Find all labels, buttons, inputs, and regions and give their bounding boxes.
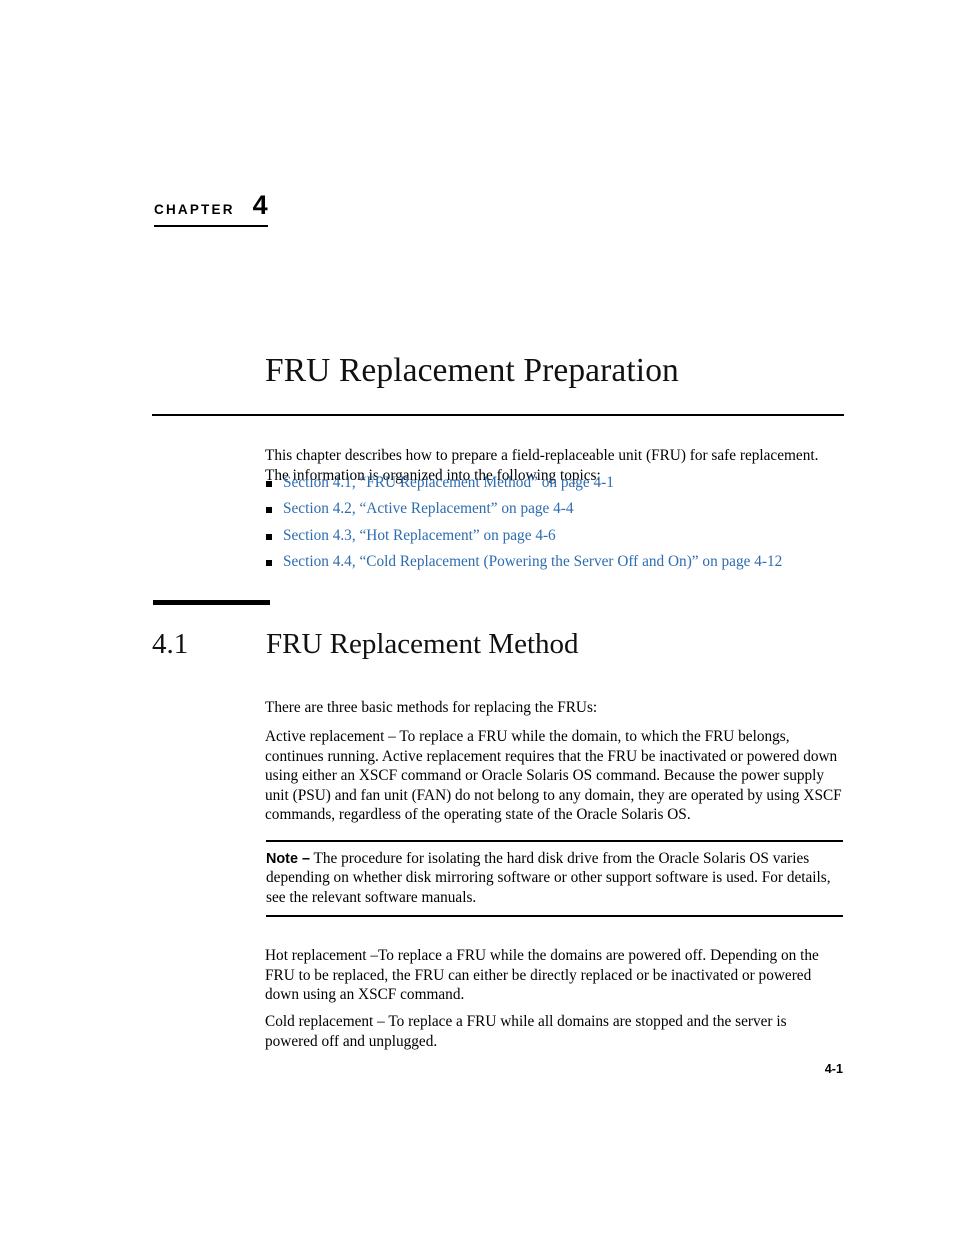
chapter-number: 4: [252, 190, 268, 220]
topic-link-section-4-2[interactable]: Section 4.2, “Active Replacement” on pag…: [283, 500, 574, 517]
section-heading: 4.1 FRU Replacement Method: [152, 628, 852, 661]
note-body: Note – The procedure for isolating the h…: [266, 842, 843, 916]
list-item: Section 4.1, “FRU Replacement Method” on…: [265, 474, 845, 493]
square-bullet-icon: [266, 481, 272, 487]
topics-list: Section 4.1, “FRU Replacement Method” on…: [265, 474, 845, 580]
chapter-header-line: CHAPTER 4: [154, 192, 454, 221]
title-divider-rule: [152, 414, 844, 416]
list-item: Section 4.4, “Cold Replacement (Powering…: [265, 553, 845, 572]
topic-link-section-4-4[interactable]: Section 4.4, “Cold Replacement (Powering…: [283, 553, 782, 570]
footer-page-number: 4-1: [824, 1062, 843, 1076]
chapter-header: CHAPTER 4: [154, 192, 454, 227]
note-bottom-rule: [266, 915, 843, 917]
chapter-label: CHAPTER: [154, 201, 235, 217]
section-title: FRU Replacement Method: [266, 628, 579, 660]
list-item: Section 4.3, “Hot Replacement” on page 4…: [265, 527, 845, 546]
chapter-underline-rule: [154, 225, 268, 227]
note-callout: Note – The procedure for isolating the h…: [266, 840, 843, 917]
note-label: Note –: [266, 850, 310, 867]
section-heading-rule: [153, 600, 270, 605]
paragraph-cold-replacement: Cold replacement – To replace a FRU whil…: [265, 1013, 787, 1050]
square-bullet-icon: [266, 560, 272, 567]
page-title: FRU Replacement Preparation: [265, 352, 679, 390]
topic-link-section-4-1[interactable]: Section 4.1, “FRU Replacement Method” on…: [283, 474, 614, 491]
topic-link-section-4-3[interactable]: Section 4.3, “Hot Replacement” on page 4…: [283, 527, 556, 544]
paragraph-methods-intro: There are three basic methods for replac…: [265, 699, 598, 717]
list-item: Section 4.2, “Active Replacement” on pag…: [265, 500, 845, 519]
paragraph-hot-replacement: Hot replacement –To replace a FRU while …: [265, 947, 819, 1004]
note-text: The procedure for isolating the hard dis…: [266, 849, 831, 906]
section-number: 4.1: [152, 628, 189, 660]
paragraph-active-replacement: Active replacement – To replace a FRU wh…: [265, 728, 842, 824]
square-bullet-icon: [266, 533, 272, 540]
square-bullet-icon: [266, 507, 272, 514]
document-page: CHAPTER 4 FRU Replacement Preparation Th…: [0, 0, 954, 1235]
